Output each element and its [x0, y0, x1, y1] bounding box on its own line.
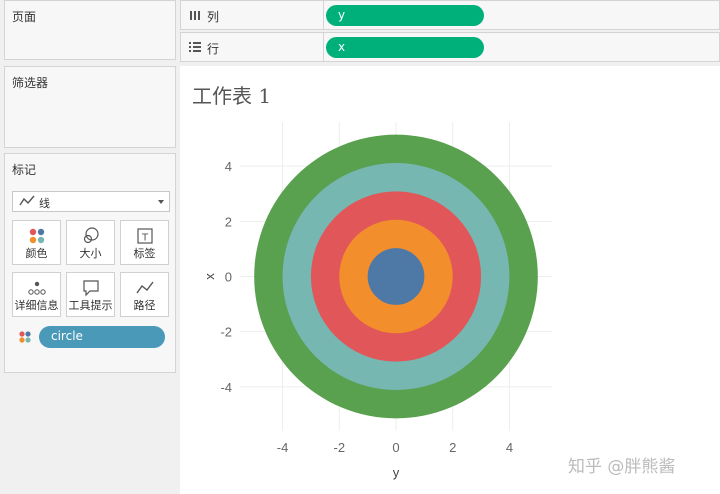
tooltip-button[interactable]: 工具提示	[66, 272, 115, 317]
marks-card: 标记 线 颜色 大小 T 标签 详细信息 工具提示 路径 circle	[4, 153, 176, 373]
circle-field-pill[interactable]: circle	[39, 326, 165, 348]
y-tick-label: -2	[220, 325, 232, 340]
filters-card[interactable]: 筛选器	[4, 66, 176, 148]
detail-button-label: 详细信息	[14, 299, 59, 312]
y-tick-label: 2	[225, 214, 232, 229]
color-dots-icon	[29, 228, 45, 244]
y-field-pill[interactable]: y	[326, 5, 484, 26]
columns-shelf: 列 y	[180, 0, 720, 30]
size-circles-icon	[83, 227, 99, 244]
svg-text:T: T	[141, 233, 149, 244]
x-tick-label: 2	[449, 440, 456, 455]
x-tick-label: 4	[506, 440, 513, 455]
size-button[interactable]: 大小	[66, 220, 115, 265]
pages-card: 页面	[4, 0, 176, 60]
y-axis-title: x	[202, 273, 217, 280]
tooltip-button-label: 工具提示	[68, 299, 113, 312]
watermark: 知乎 @胖熊酱	[568, 457, 676, 477]
path-line-icon	[136, 281, 154, 294]
x-axis-title: y	[393, 465, 400, 480]
marks-title: 标记	[12, 163, 37, 177]
color-dots-icon	[19, 331, 31, 343]
x-field-pill[interactable]: x	[326, 37, 484, 58]
label-t-icon: T	[137, 228, 153, 244]
chart-svg[interactable]: -4 -2 0 2 4 4 2 0 -2 -4 y x	[180, 66, 720, 494]
circle-series-5	[367, 248, 425, 305]
shelf-divider	[323, 33, 324, 61]
left-panel: 页面 筛选器 标记 线 颜色 大小 T 标签 详细信息 工具提示 路径 circ…	[0, 0, 180, 494]
color-button[interactable]: 颜色	[12, 220, 61, 265]
color-button-label: 颜色	[25, 247, 48, 260]
y-tick-label: 4	[225, 159, 232, 174]
tooltip-bubble-icon	[83, 280, 99, 297]
mark-type-label: 线	[39, 197, 50, 210]
label-button[interactable]: T 标签	[120, 220, 169, 265]
line-mark-icon	[19, 195, 35, 206]
columns-icon	[190, 11, 200, 20]
rows-icon	[189, 42, 201, 52]
rows-label: 行	[207, 42, 220, 56]
shelf-divider	[323, 1, 324, 29]
worksheet-view: 工作表 1 -4 -2 0 2 4 4 2 0 -2 -4 y x	[180, 66, 720, 494]
mark-type-dropdown[interactable]: 线	[12, 191, 170, 212]
label-button-label: 标签	[133, 247, 156, 260]
size-button-label: 大小	[79, 247, 102, 260]
x-tick-label: -2	[333, 440, 345, 455]
detail-dots-icon	[28, 281, 46, 295]
path-button-label: 路径	[133, 299, 156, 312]
path-button[interactable]: 路径	[120, 272, 169, 317]
columns-label: 列	[207, 10, 220, 24]
color-field-row: circle	[12, 326, 170, 348]
y-tick-label: -4	[220, 380, 232, 395]
chevron-down-icon[interactable]	[158, 200, 164, 204]
y-tick-label: 0	[225, 270, 232, 285]
pages-title: 页面	[12, 10, 37, 24]
filters-title: 筛选器	[12, 76, 49, 90]
x-tick-label: 0	[392, 440, 399, 455]
x-tick-label: -4	[277, 440, 289, 455]
rows-shelf: 行 x	[180, 32, 720, 62]
detail-button[interactable]: 详细信息	[12, 272, 61, 317]
